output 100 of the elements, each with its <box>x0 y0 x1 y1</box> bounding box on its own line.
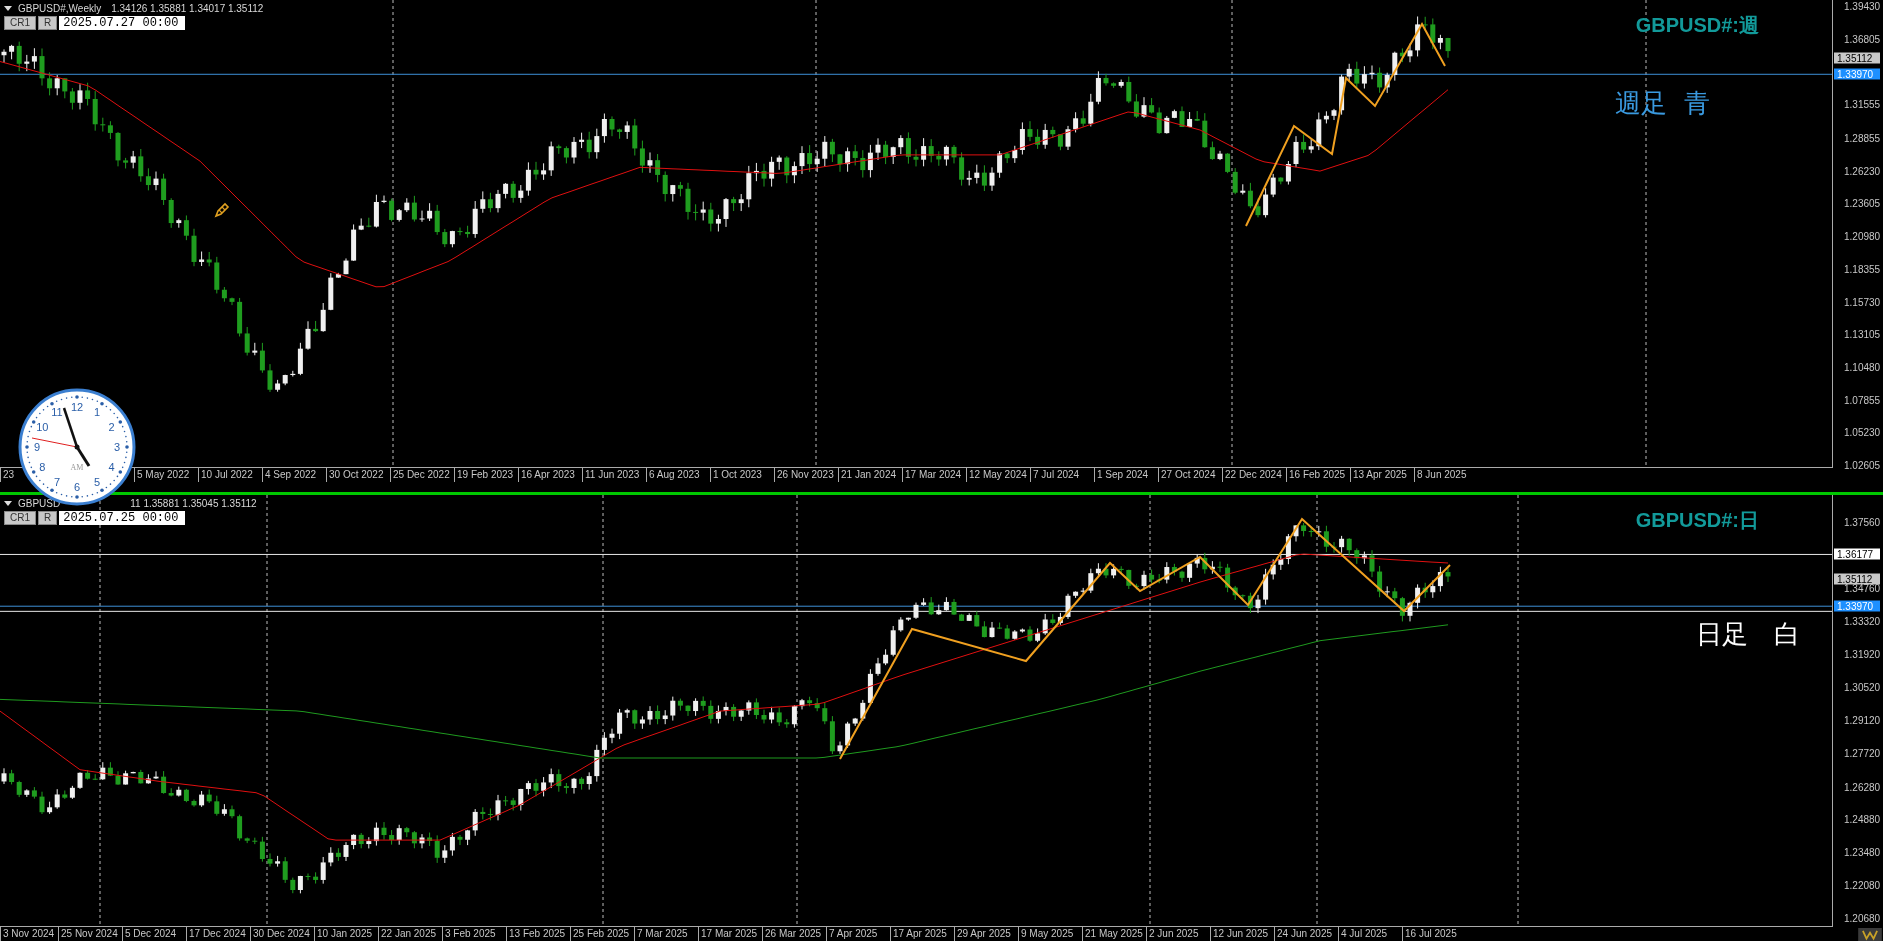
date-label: 27 Oct 2024 <box>1158 468 1222 482</box>
date-label: 12 Jun 2025 <box>1210 927 1274 941</box>
date-label: 7 Apr 2025 <box>826 927 890 941</box>
price-label: 1.33320 <box>1843 615 1881 627</box>
price-label: 1.39430 <box>1843 0 1881 12</box>
price-label: 1.28855 <box>1843 132 1881 144</box>
date-label: 17 Mar 2025 <box>698 927 762 941</box>
date-label: 17 Mar 2024 <box>902 468 966 482</box>
clock-numeral: 9 <box>33 441 41 453</box>
quote-text: 11 1.35881 1.35045 1.35112 <box>130 498 257 509</box>
date-label: 16 Jul 2025 <box>1402 927 1466 941</box>
date-field[interactable]: 2025.07.27 00:00 <box>59 16 186 30</box>
dropdown-caret-icon[interactable] <box>4 6 12 11</box>
price-label: 1.37560 <box>1843 516 1881 528</box>
price-label: 1.05230 <box>1843 426 1881 438</box>
date-label: 26 Nov 2023 <box>774 468 838 482</box>
price-tag: 1.35112 <box>1834 52 1880 64</box>
date-label: 4 Jul 2025 <box>1338 927 1402 941</box>
chart-button[interactable]: R <box>38 511 58 525</box>
date-label: 30 Oct 2022 <box>326 468 390 482</box>
date-label: 3 Nov 2024 <box>0 927 58 941</box>
date-label: 1 Oct 2023 <box>710 468 774 482</box>
date-label: 21 Jan 2024 <box>838 468 902 482</box>
date-label: 10 Jan 2025 <box>314 927 378 941</box>
price-label: 1.07855 <box>1843 394 1881 406</box>
date-label: 7 Mar 2025 <box>634 927 698 941</box>
clock-numeral: 1 <box>93 406 101 419</box>
price-label: 1.15730 <box>1843 296 1881 307</box>
price-label: 1.13105 <box>1843 328 1881 340</box>
price-label: 1.27720 <box>1843 747 1881 759</box>
symbol-title: GBPUSD#:週 <box>1635 13 1759 38</box>
price-label: 1.30520 <box>1843 681 1881 693</box>
price-label: 1.20980 <box>1843 230 1881 242</box>
clock-numeral: 6 <box>73 481 81 493</box>
date-label: 4 Sep 2022 <box>262 468 326 482</box>
price-label: 1.22080 <box>1843 879 1881 891</box>
date-field[interactable]: 2025.07.25 00:00 <box>59 511 186 525</box>
price-label: 1.26230 <box>1843 165 1881 177</box>
price-tag: 1.35112 <box>1834 573 1880 585</box>
price-label: 1.20680 <box>1843 912 1881 924</box>
dropdown-caret-icon[interactable] <box>4 501 12 506</box>
price-label: 1.34760 <box>1844 582 1881 594</box>
price-label: 1.29120 <box>1843 714 1881 726</box>
symbol-title: GBPUSD#:日 <box>1635 508 1759 533</box>
date-label: 17 Dec 2024 <box>186 927 250 941</box>
date-label: 6 Aug 2023 <box>646 468 710 482</box>
date-label: 9 May 2025 <box>1018 927 1082 941</box>
date-label: 12 May 2024 <box>966 468 1030 482</box>
price-label: 1.02605 <box>1843 459 1881 471</box>
date-label: 24 Jun 2025 <box>1274 927 1338 941</box>
quote-text: 1.34126 1.35881 1.34017 1.35112 <box>111 3 264 14</box>
date-label: 3 Feb 2025 <box>442 927 506 941</box>
chart-button[interactable]: CR1 <box>4 16 36 30</box>
price-label: 1.31555 <box>1843 98 1881 110</box>
date-label: 19 Feb 2023 <box>454 468 518 482</box>
price-label: 1.23605 <box>1843 197 1881 209</box>
clock-numeral: 2 <box>108 421 115 433</box>
date-label: 21 May 2025 <box>1082 927 1146 941</box>
symbol-label: GBPUSD#,Weekly <box>18 3 102 14</box>
price-tag: 1.33970 <box>1834 600 1880 612</box>
date-label: 29 Apr 2025 <box>954 927 1018 941</box>
date-label: 8 Jun 2025 <box>1414 468 1478 482</box>
price-label: 1.18355 <box>1843 263 1881 275</box>
date-label: 30 Dec 2024 <box>250 927 314 941</box>
price-label: 1.10480 <box>1843 361 1881 373</box>
date-label: 26 Mar 2025 <box>762 927 826 941</box>
chart-note: 日足 白 <box>1696 618 1800 651</box>
date-label: 13 Feb 2025 <box>506 927 570 941</box>
pencil-icon <box>214 202 230 218</box>
date-label: 11 Jun 2023 <box>582 468 646 482</box>
price-label: 1.31920 <box>1843 648 1881 660</box>
date-label: 2 Jun 2025 <box>1146 927 1210 941</box>
date-label: 22 Jan 2025 <box>378 927 442 941</box>
date-label: 1 Sep 2024 <box>1094 468 1158 482</box>
clock-numeral: 10 <box>36 421 49 433</box>
clock-numeral: 11 <box>51 406 63 419</box>
date-label: 25 Dec 2022 <box>390 468 454 482</box>
clock-numeral: 12 <box>70 401 84 413</box>
date-label: 7 Jul 2024 <box>1030 468 1094 482</box>
date-label: 17 Apr 2025 <box>890 927 954 941</box>
price-label: 1.23480 <box>1843 846 1881 858</box>
chart-note: 週足 青 <box>1615 87 1710 120</box>
price-label: 1.36805 <box>1843 33 1881 45</box>
price-tag: 1.36177 <box>1834 548 1880 560</box>
date-label: 25 Feb 2025 <box>570 927 634 941</box>
clock-numeral: 3 <box>113 441 121 453</box>
price-label: 1.24880 <box>1843 813 1881 825</box>
logo-icon <box>1857 928 1883 941</box>
date-label: 25 Nov 2024 <box>58 927 122 941</box>
price-tag: 1.33970 <box>1834 68 1880 80</box>
price-label: 1.26280 <box>1843 781 1881 793</box>
date-label: 5 May 2022 <box>134 468 198 482</box>
date-label: 5 Dec 2024 <box>122 927 186 941</box>
date-label: 16 Apr 2023 <box>518 468 582 482</box>
date-label: 22 Dec 2024 <box>1222 468 1286 482</box>
date-label: 16 Feb 2025 <box>1286 468 1350 482</box>
date-label: 10 Jul 2022 <box>198 468 262 482</box>
chart-button[interactable]: CR1 <box>4 511 36 525</box>
chart-button[interactable]: R <box>38 16 58 30</box>
date-label: 13 Apr 2025 <box>1350 468 1414 482</box>
